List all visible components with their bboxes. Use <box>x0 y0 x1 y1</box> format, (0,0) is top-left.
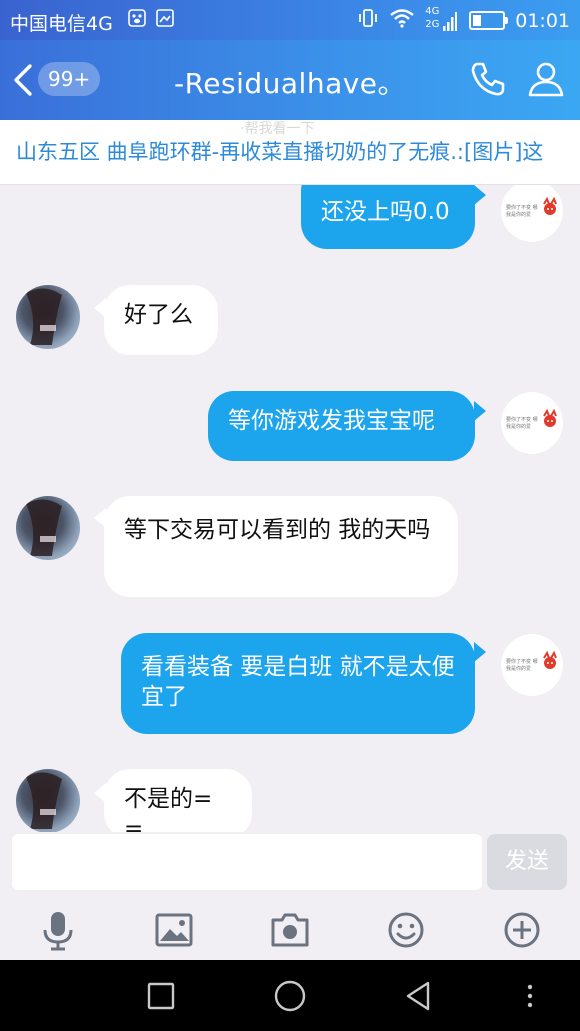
message-text: 看看装备 要是白班 就不是太便宜了 <box>141 654 455 710</box>
paw-icon <box>128 9 146 27</box>
microphone-icon[interactable] <box>36 908 80 952</box>
clock: 01:01 <box>515 9 570 32</box>
send-button[interactable]: 发送 <box>487 834 567 890</box>
svg-text:我是你的爱: 我是你的爱 <box>506 665 531 672</box>
svg-text:要你了不变 哪: 要你了不变 哪 <box>506 416 538 423</box>
message-text: 还没上吗0.0 <box>321 199 450 225</box>
wifi-icon <box>389 8 415 33</box>
unread-badge[interactable]: 99+ <box>38 62 101 96</box>
my-avatar[interactable]: 要你了不变 哪我是你的爱 <box>500 185 564 243</box>
system-nav-bar <box>0 960 580 1031</box>
vibrate-icon <box>357 7 379 34</box>
message-input[interactable] <box>12 834 482 890</box>
svg-text:我是你的爱: 我是你的爱 <box>506 423 531 430</box>
recents-icon[interactable] <box>143 978 179 1014</box>
chat-title: -Residualhave。 <box>173 67 407 100</box>
svg-text:我是你的爱: 我是你的爱 <box>506 211 531 218</box>
chat-header: 99+ -Residualhave。 <box>0 40 580 120</box>
battery-icon <box>469 11 509 30</box>
emoji-icon[interactable] <box>384 908 428 952</box>
svg-text:要你了不变 哪: 要你了不变 哪 <box>506 658 538 665</box>
phone-icon[interactable] <box>468 59 508 99</box>
my-avatar[interactable]: 要你了不变 哪我是你的爱 <box>500 633 564 697</box>
signal-icon: 4G 2G <box>425 6 459 33</box>
contact-avatar[interactable] <box>16 769 80 833</box>
contact-avatar[interactable] <box>16 285 80 349</box>
svg-text:要你了不变 哪: 要你了不变 哪 <box>506 204 538 211</box>
message-bubble[interactable]: 等下交易可以看到的 我的天吗 <box>104 496 458 597</box>
message-bubble[interactable]: 不是的= = <box>104 769 252 833</box>
compose-bar: 发送 <box>0 832 580 900</box>
image-icon[interactable] <box>152 908 196 952</box>
message-text: 好了么 <box>124 302 193 328</box>
message-bubble[interactable]: 看看装备 要是白班 就不是太便宜了 <box>121 633 475 734</box>
carrier-label: 中国电信4G <box>10 13 113 35</box>
menu-dots-icon[interactable] <box>520 978 540 1014</box>
message-text: 不是的= = <box>124 786 213 833</box>
plus-icon[interactable] <box>500 908 544 952</box>
camera-icon[interactable] <box>268 908 312 952</box>
notice-text: 山东五区 曲阜跑环群-再收菜直播切奶的了无痕.:[图片]这 <box>16 140 544 164</box>
my-avatar[interactable]: 要你了不变 哪我是你的爱 <box>500 391 564 455</box>
person-icon[interactable] <box>526 59 566 99</box>
status-bar: 中国电信4G 4G 2G 01:01 <box>0 0 580 40</box>
gallery-notification-icon <box>156 9 174 27</box>
message-bubble[interactable]: 好了么 <box>104 285 218 355</box>
message-text: 等下交易可以看到的 我的天吗 <box>124 517 431 543</box>
chat-toolbar <box>0 900 580 960</box>
message-bubble[interactable]: 还没上吗0.0 <box>301 185 475 249</box>
group-notice-bar[interactable]: ·帮我看一下 山东五区 曲阜跑环群-再收菜直播切奶的了无痕.:[图片]这 <box>0 120 580 185</box>
message-list[interactable]: 要你了不变 哪我是你的爱 还没上吗0.0 好了么 要你了不变 哪我是你的爱 等你… <box>0 185 580 833</box>
home-icon[interactable] <box>272 978 308 1014</box>
back-icon[interactable] <box>400 978 436 1014</box>
message-text: 等你游戏发我宝宝呢 <box>228 408 435 434</box>
notification-icons <box>128 9 174 27</box>
message-bubble[interactable]: 等你游戏发我宝宝呢 <box>208 391 475 461</box>
contact-avatar[interactable] <box>16 496 80 560</box>
